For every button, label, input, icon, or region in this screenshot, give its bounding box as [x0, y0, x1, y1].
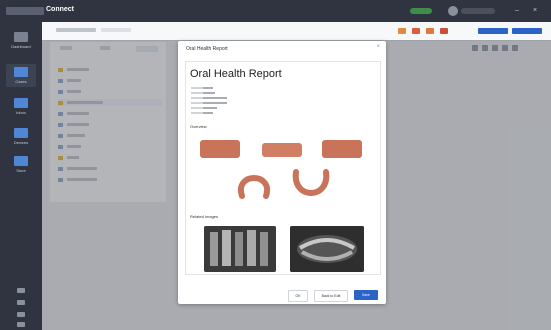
dashboard-icon: [14, 32, 28, 42]
upper-jaw-model: [200, 140, 240, 158]
bite-model: [262, 143, 302, 157]
breadcrumb: [56, 28, 132, 34]
meta-row: [191, 86, 213, 90]
occlusal-models: [237, 169, 330, 199]
sidebar-item-inbox[interactable]: Inbox: [6, 98, 36, 115]
meta-row: [191, 96, 227, 100]
back-to-edit-button[interactable]: Back to Edit: [314, 290, 348, 302]
report-dialog: Oral Health Report × Oral Health Report …: [178, 41, 386, 304]
inbox-icon: [14, 98, 28, 108]
save-button[interactable]: Save: [354, 290, 378, 300]
share-button[interactable]: [478, 28, 508, 34]
periapical-xray-image: [204, 226, 276, 272]
close-window-icon[interactable]: ×: [530, 6, 540, 16]
sidebar-item-label: Devices: [13, 140, 29, 145]
feedback-icon[interactable]: [17, 312, 25, 317]
sidebar-item-dashboard[interactable]: Dashboard: [6, 32, 36, 49]
minimize-icon[interactable]: –: [512, 6, 522, 16]
title-bar: Connect – ×: [0, 0, 551, 22]
info-icon[interactable]: [17, 322, 25, 327]
meta-row: [191, 111, 213, 115]
sidebar: Dashboard Cases Inbox Devices Store: [0, 22, 42, 330]
app-logo: [6, 7, 44, 15]
panoramic-xray-image: [290, 226, 364, 272]
sidebar-item-label: Store: [16, 168, 26, 173]
meta-row: [191, 106, 217, 110]
sidebar-item-label: Cases: [15, 79, 27, 84]
sidebar-item-store[interactable]: Store: [6, 156, 36, 173]
store-icon: [14, 156, 28, 166]
sidebar-item-label: Inbox: [16, 110, 26, 115]
avatar[interactable]: [448, 6, 458, 16]
sidebar-item-devices[interactable]: Devices: [6, 128, 36, 145]
sidebar-item-cases[interactable]: Cases: [6, 64, 36, 87]
close-icon[interactable]: ×: [376, 44, 380, 50]
related-images-label: Related Images: [190, 214, 219, 219]
meta-row: [191, 91, 215, 95]
status-indicator: [410, 8, 432, 14]
dialog-title: Oral Health Report: [186, 46, 228, 52]
sidebar-item-label: Dashboard: [11, 44, 31, 49]
overview-label: Overview: [190, 124, 207, 129]
cases-icon: [14, 67, 28, 77]
bookmark-icon[interactable]: [440, 28, 448, 34]
app-title: Connect: [46, 6, 74, 13]
meta-row: [191, 101, 227, 105]
alert-icon[interactable]: [398, 28, 406, 34]
flag-icon[interactable]: [412, 28, 420, 34]
ok-button[interactable]: OK: [288, 290, 308, 302]
settings-icon[interactable]: [17, 288, 25, 293]
devices-icon: [14, 128, 28, 138]
report-preview: Oral Health Report Overview Related Imag…: [185, 61, 381, 275]
report-title: Oral Health Report: [190, 68, 282, 80]
help-icon[interactable]: [17, 300, 25, 305]
toolbar: [42, 22, 551, 41]
tag-icon[interactable]: [426, 28, 434, 34]
account-menu[interactable]: [461, 8, 495, 14]
new-case-button[interactable]: [512, 28, 542, 34]
lower-jaw-model: [322, 140, 362, 158]
